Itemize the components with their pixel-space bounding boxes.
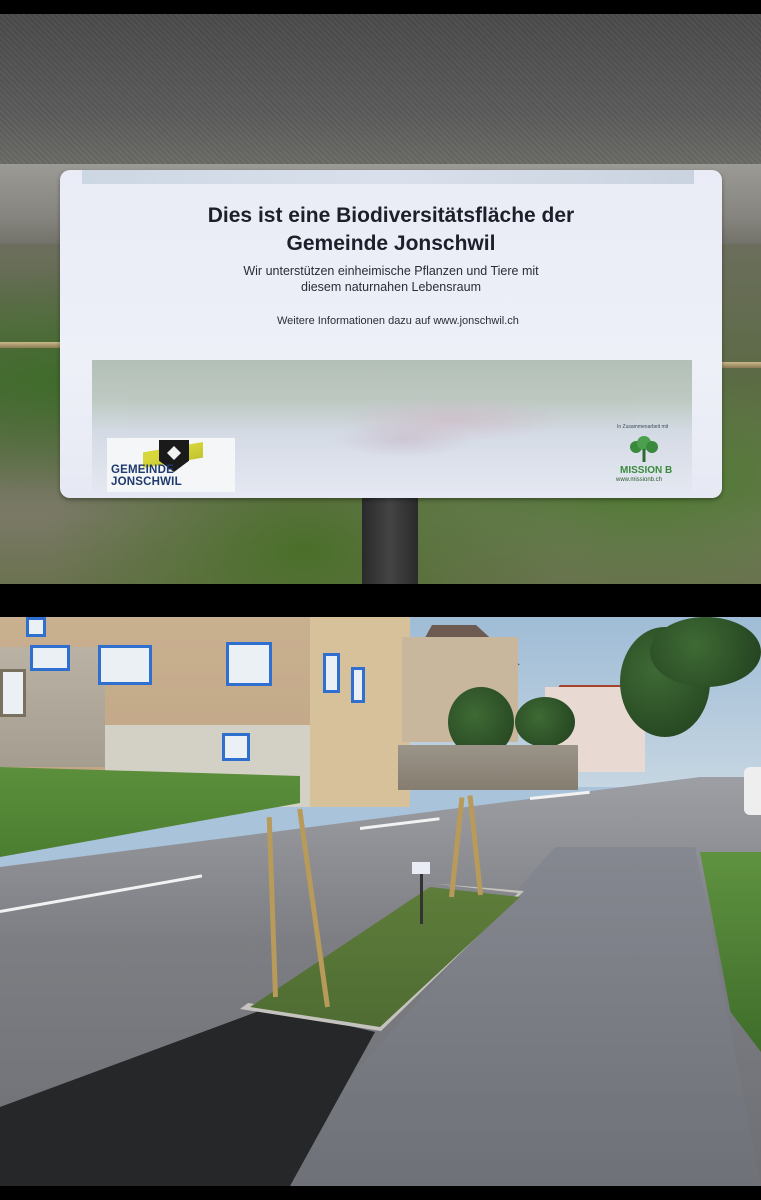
window xyxy=(226,642,272,686)
gemeinde-logo: GEMEINDE JONSCHWIL xyxy=(107,438,235,492)
sign-top-strip xyxy=(82,170,694,184)
tree xyxy=(515,697,575,747)
small-sign-post xyxy=(420,874,423,924)
asphalt-surface xyxy=(0,14,761,174)
sign-subtitle-line-2: diesem naturnahen Lebensraum xyxy=(301,280,481,294)
mission-tagline: In Zusammenarbeit mit xyxy=(617,424,669,430)
sign-post xyxy=(362,484,418,584)
parked-car xyxy=(744,767,761,815)
window xyxy=(26,617,46,637)
window xyxy=(98,645,152,685)
gemeinde-logo-text: GEMEINDE JONSCHWIL xyxy=(111,464,182,488)
rope-left xyxy=(0,342,62,348)
house-left-side-wall xyxy=(310,617,410,807)
sign-subtitle: Wir unterstützen einheimische Pflanzen u… xyxy=(60,263,722,295)
sign-title-line-1: Dies ist eine Biodiversitätsfläche der xyxy=(207,204,575,227)
sign-title: Dies ist eine Biodiversitätsfläche der G… xyxy=(60,202,722,258)
window xyxy=(30,645,70,671)
window xyxy=(222,733,250,761)
sign-subtitle-line-1: Wir unterstützen einheimische Pflanzen u… xyxy=(243,264,539,278)
tree-icon xyxy=(630,436,658,462)
tree xyxy=(650,617,761,687)
mission-b-url: www.missionb.ch xyxy=(616,477,663,483)
window xyxy=(0,669,26,717)
biodiversity-sign: Dies ist eine Biodiversitätsfläche der G… xyxy=(60,170,722,498)
mission-b-logo-text: MISSION B xyxy=(620,465,673,476)
sign-info-text: Weitere Informationen dazu auf www.jonsc… xyxy=(277,315,519,327)
street-photo xyxy=(0,617,761,1186)
rope-right xyxy=(716,362,761,368)
wooden-fence xyxy=(398,745,578,790)
sign-title-line-2: Gemeinde Jonschwil xyxy=(286,232,496,255)
small-sign xyxy=(412,862,430,874)
sign-photo: Dies ist eine Biodiversitätsfläche der G… xyxy=(0,14,761,584)
window xyxy=(351,667,365,703)
window xyxy=(323,653,340,693)
